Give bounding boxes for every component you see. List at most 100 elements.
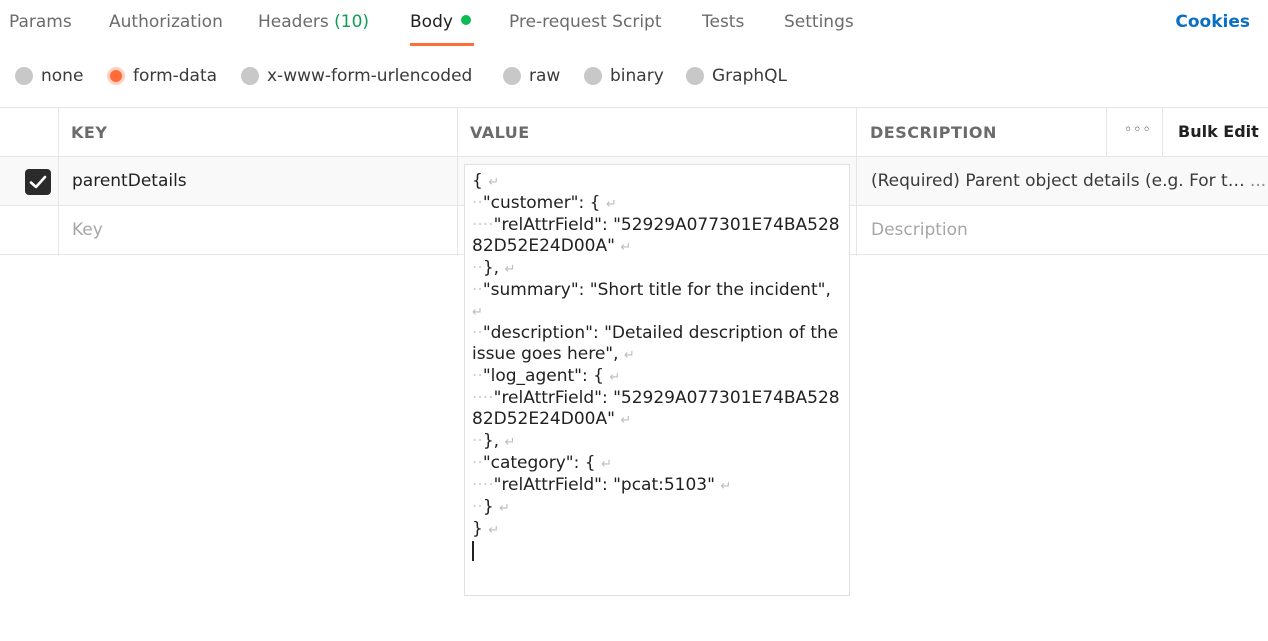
code-text: }, [482,431,505,451]
newline-icon: ↵ [504,435,516,450]
newline-icon: ↵ [600,457,612,472]
tab-headers[interactable]: Headers (10) [258,12,369,32]
tab-settings[interactable]: Settings [784,12,854,32]
whitespace-marker: ···· [472,388,494,408]
code-line: ··}, ↵ [472,431,515,451]
radio-circle-icon [584,67,602,85]
column-divider [457,107,458,256]
bulk-edit-button[interactable]: Bulk Edit [1178,122,1259,141]
radio-label: form-data [133,66,218,86]
radio-form-data[interactable]: form-data [107,66,217,86]
column-divider [1106,107,1107,157]
whitespace-marker: ·· [472,193,483,213]
code-line: ··"category": { ↵ [472,453,612,473]
code-text: "customer": { [482,193,606,213]
newline-icon: ↵ [623,348,635,363]
code-text: "relAttrField": "52929A077301E74BA52882D… [472,388,840,429]
code-line: ··"customer": { ↵ [472,193,617,213]
code-line: ····"relAttrField": "52929A077301E74BA52… [472,388,840,429]
code-text: } [482,497,500,517]
column-divider [58,107,59,256]
code-line: ··}, ↵ [472,258,515,278]
newline-icon: ↵ [605,197,617,212]
whitespace-marker: ·· [472,366,483,386]
radio-label: x-www-form-urlencoded [267,66,473,86]
active-tab-indicator [410,43,474,46]
radio-graphql[interactable]: GraphQL [686,66,787,86]
newline-icon: ↵ [720,479,732,494]
whitespace-marker: ·· [472,431,483,451]
code-line: ··"summary": "Short title for the incide… [472,280,836,321]
row-enabled-checkbox[interactable] [25,169,51,195]
newline-icon: ↵ [620,240,632,255]
code-line: { ↵ [472,171,499,191]
column-header-key: KEY [71,123,108,142]
code-line: ····"relAttrField": "pcat:5103" ↵ [472,475,731,495]
value-editor-text[interactable]: { ↵ ··"customer": { ↵ ····"relAttrField"… [472,171,843,563]
headers-count-badge: (10) [334,12,370,32]
tab-body-label: Body [410,12,453,32]
radio-circle-icon [15,67,33,85]
code-text: { [472,171,489,191]
body-type-selector: none form-data x-www-form-urlencoded raw… [0,60,1268,94]
code-line: ··} ↵ [472,497,510,517]
tab-authorization[interactable]: Authorization [109,12,223,32]
radio-label: binary [610,66,664,86]
whitespace-marker: ·· [472,323,483,343]
whitespace-marker: ···· [472,215,494,235]
radio-raw[interactable]: raw [503,66,560,86]
radio-binary[interactable]: binary [584,66,664,86]
more-options-icon[interactable]: ◦◦◦ [1124,122,1152,138]
newline-icon: ↵ [609,370,621,385]
radio-selected-icon [107,67,125,85]
whitespace-marker: ·· [472,280,483,300]
column-divider [856,107,857,256]
radio-label: none [41,66,84,86]
code-line: ····"relAttrField": "52929A077301E74BA52… [472,215,840,256]
code-text: "relAttrField": "52929A077301E74BA52882D… [472,215,840,256]
whitespace-marker: ·· [472,497,483,517]
newline-icon: ↵ [488,175,500,190]
table-header: KEY VALUE DESCRIPTION ◦◦◦ Bulk Edit [0,107,1268,157]
code-text: "log_agent": { [482,366,610,386]
whitespace-marker: ···· [472,475,494,495]
radio-none[interactable]: none [15,66,83,86]
whitespace-marker: ·· [472,258,483,278]
row-description[interactable]: (Required) Parent object details (e.g. F… [871,171,1247,191]
new-description-input[interactable]: Description [871,220,968,240]
cookies-link[interactable]: Cookies [1175,12,1250,32]
row-key[interactable]: parentDetails [72,171,187,191]
tab-tests[interactable]: Tests [702,12,744,32]
checkmark-icon [29,175,47,189]
column-header-value: VALUE [470,123,530,142]
tab-headers-label: Headers [258,12,329,32]
request-tabs: Params Authorization Headers (10) Body P… [0,0,1268,48]
code-line: ··"description": "Detailed description o… [472,323,844,364]
newline-icon: ↵ [620,413,632,428]
tab-pre-request-script[interactable]: Pre-request Script [509,12,662,32]
body-status-dot-icon [460,15,471,25]
newline-icon: ↵ [488,523,500,538]
new-key-input[interactable]: Key [72,220,103,240]
newline-icon: ↵ [472,305,483,320]
radio-circle-icon [686,67,704,85]
radio-label: raw [529,66,561,86]
code-text: } [472,519,489,539]
whitespace-marker: ·· [472,453,483,473]
description-overflow-icon[interactable]: ... [1250,171,1266,191]
column-divider [1162,107,1163,157]
radio-circle-icon [241,67,259,85]
tab-body[interactable]: Body [410,12,471,32]
code-text: "summary": "Short title for the incident… [482,280,837,300]
newline-icon: ↵ [499,501,510,516]
radio-x-www-form-urlencoded[interactable]: x-www-form-urlencoded [241,66,472,86]
value-editor[interactable]: { ↵ ··"customer": { ↵ ····"relAttrField"… [464,164,850,596]
code-line: ··"log_agent": { ↵ [472,366,620,386]
text-cursor [472,541,474,561]
tab-params[interactable]: Params [9,12,72,32]
code-text: "description": "Detailed description of … [472,323,844,364]
code-line: } ↵ [472,519,499,539]
radio-circle-icon [503,67,521,85]
column-header-description: DESCRIPTION [870,123,997,142]
code-text: "relAttrField": "pcat:5103" [493,475,721,495]
